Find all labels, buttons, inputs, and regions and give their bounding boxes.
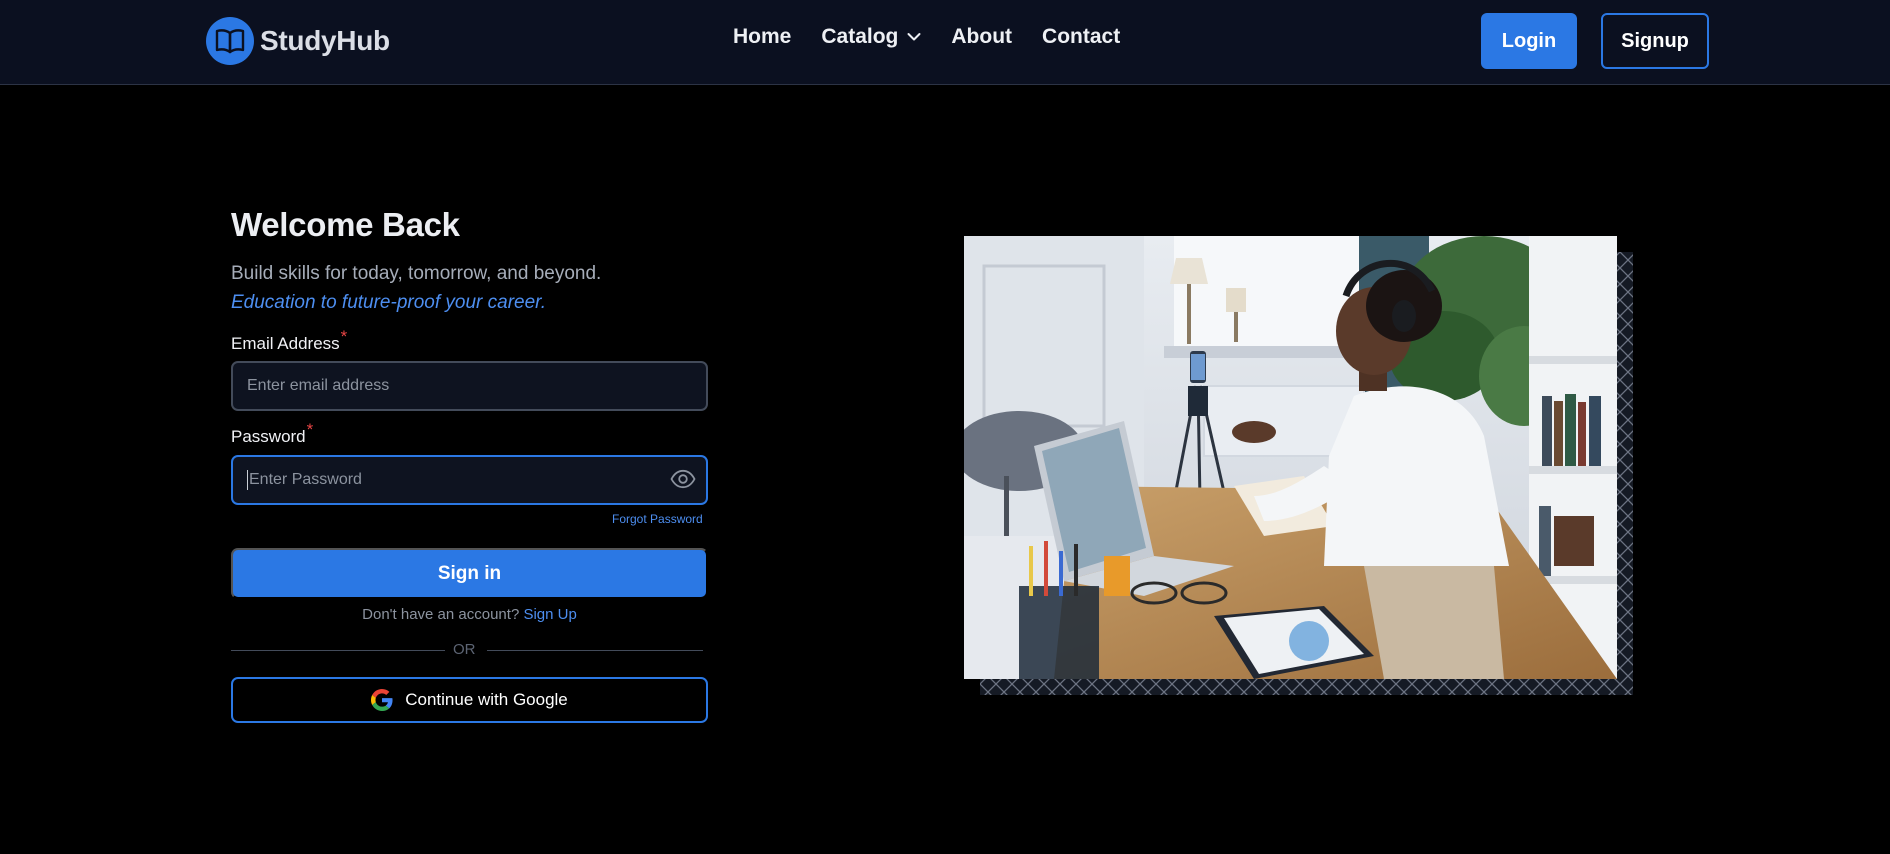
google-signin-button[interactable]: Continue with Google xyxy=(231,677,708,723)
navbar: StudyHub Home Catalog About Contact Logi… xyxy=(0,0,1890,85)
brand[interactable]: StudyHub xyxy=(206,17,390,65)
hero-photo xyxy=(964,236,1617,679)
nav-link-home[interactable]: Home xyxy=(733,25,791,49)
nav-links: Home Catalog About Contact xyxy=(733,25,1150,49)
nav-link-catalog[interactable]: Catalog xyxy=(821,25,921,49)
email-label-text: Email Address xyxy=(231,334,340,353)
open-book-icon xyxy=(206,17,254,65)
tagline: Education to future-proof your career. xyxy=(231,292,547,313)
required-asterisk: * xyxy=(306,420,314,439)
text-caret xyxy=(247,470,248,490)
no-account-text: Don't have an account? xyxy=(362,606,520,623)
signup-prompt: Don't have an account? Sign Up xyxy=(231,606,708,623)
divider-right xyxy=(487,650,703,651)
email-field[interactable]: Enter email address xyxy=(231,361,708,411)
eye-icon[interactable] xyxy=(670,469,696,489)
email-placeholder: Enter email address xyxy=(247,377,390,394)
password-field[interactable]: Enter Password xyxy=(231,455,708,505)
hero-image xyxy=(964,236,1617,679)
login-button[interactable]: Login xyxy=(1481,13,1577,69)
forgot-password-link[interactable]: Forgot Password xyxy=(612,512,703,526)
chevron-down-icon xyxy=(907,33,921,41)
nav-link-catalog-label: Catalog xyxy=(821,25,899,48)
required-asterisk: * xyxy=(340,327,348,346)
google-button-label: Continue with Google xyxy=(405,690,568,709)
nav-link-about[interactable]: About xyxy=(951,25,1012,49)
password-placeholder: Enter Password xyxy=(249,471,362,488)
password-label: Password* xyxy=(231,420,313,447)
password-label-text: Password xyxy=(231,427,306,446)
or-separator: OR xyxy=(453,641,476,658)
divider-left xyxy=(231,650,445,651)
page-title: Welcome Back xyxy=(231,206,460,243)
google-g-icon xyxy=(371,689,393,711)
subtitle: Build skills for today, tomorrow, and be… xyxy=(231,263,602,284)
email-label: Email Address* xyxy=(231,327,347,354)
nav-link-contact[interactable]: Contact xyxy=(1042,25,1120,49)
sign-up-link[interactable]: Sign Up xyxy=(523,606,576,623)
brand-name: StudyHub xyxy=(260,25,390,56)
signup-button[interactable]: Signup xyxy=(1601,13,1709,69)
sign-in-button[interactable]: Sign in xyxy=(231,548,708,599)
